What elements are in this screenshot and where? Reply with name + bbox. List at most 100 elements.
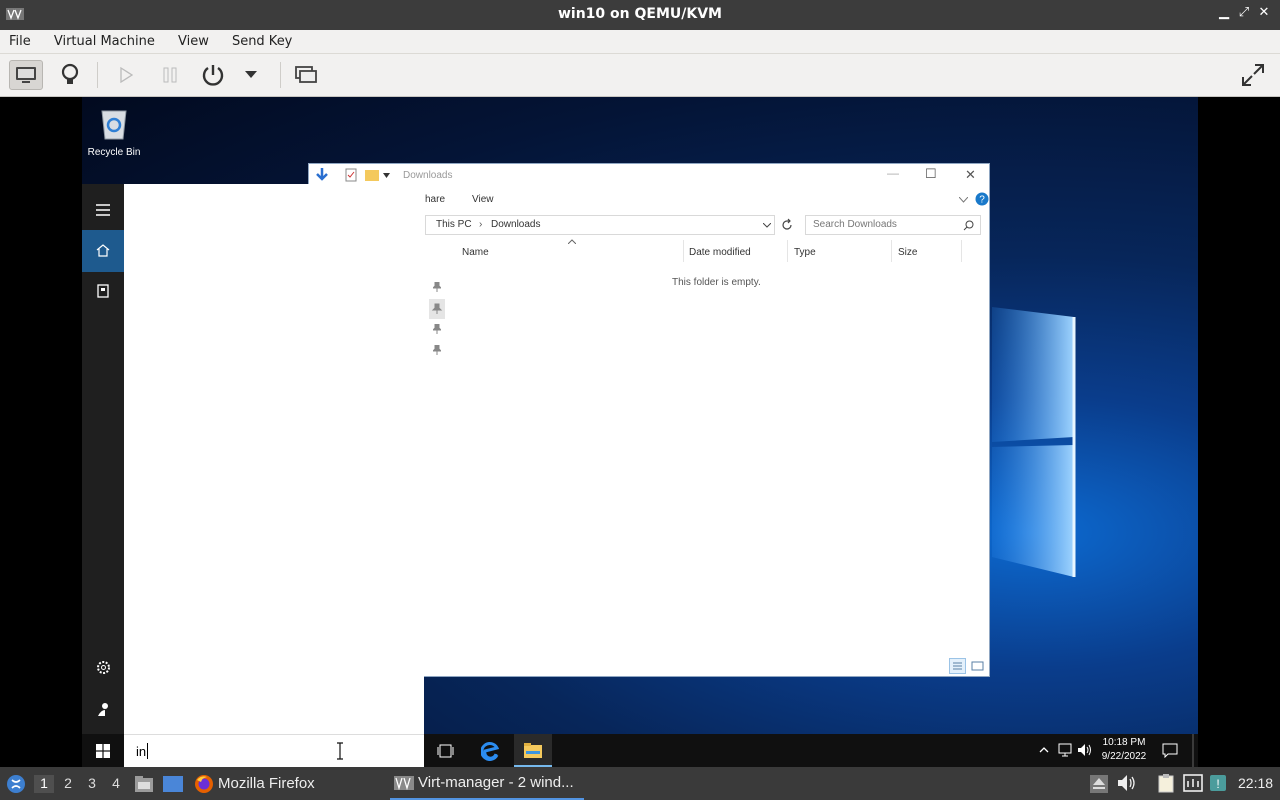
eject-icon[interactable] — [1090, 775, 1108, 793]
explorer-maximize-button[interactable]: ☐ — [925, 166, 937, 182]
windows-logo-wallpaper — [992, 307, 1076, 577]
workspace-1[interactable]: 1 — [34, 775, 54, 793]
virt-manager-icon — [394, 775, 414, 790]
pause-icon — [163, 67, 177, 83]
power-icon — [202, 65, 224, 86]
pin-icon[interactable] — [433, 324, 441, 334]
refresh-icon[interactable] — [780, 218, 794, 232]
breadcrumb-downloads[interactable]: Downloads — [491, 219, 540, 230]
tray-overflow-chevron-icon[interactable] — [1039, 746, 1049, 753]
text-caret — [147, 743, 148, 759]
details-button[interactable] — [53, 60, 87, 90]
empty-folder-message: This folder is empty. — [672, 277, 761, 288]
file-manager-icon[interactable] — [134, 775, 154, 793]
action-center-icon[interactable] — [1162, 743, 1178, 758]
column-name[interactable]: Name — [462, 247, 489, 258]
lightbulb-icon — [61, 63, 79, 84]
workspace-4[interactable]: 4 — [106, 775, 126, 793]
explorer-title: Downloads — [403, 170, 453, 181]
network-manager-icon[interactable] — [1183, 774, 1203, 792]
toolbar — [0, 54, 1280, 97]
snapshots-button[interactable] — [289, 60, 323, 90]
run-button[interactable] — [109, 60, 143, 90]
hamburger-menu-icon[interactable] — [96, 204, 110, 216]
host-taskbar: 1 2 3 4 Mozilla Firefox Virt-manager - 2… — [0, 767, 1280, 800]
start-search-input[interactable]: in — [124, 734, 424, 767]
svg-text:!: ! — [1216, 777, 1219, 791]
ribbon-tab-view[interactable]: View — [472, 194, 494, 205]
breadcrumb-separator: › — [479, 219, 483, 230]
pin-icon[interactable] — [433, 345, 441, 355]
taskbar-file-explorer[interactable] — [514, 734, 552, 767]
ibeam-cursor-icon — [337, 742, 343, 760]
shutdown-button[interactable] — [196, 60, 230, 90]
minimize-button[interactable]: ▁ — [1216, 5, 1232, 23]
volume-tray-icon[interactable] — [1117, 774, 1137, 792]
menu-virtual-machine[interactable]: Virtual Machine — [45, 30, 164, 54]
ribbon-tab-share[interactable]: hare — [425, 194, 445, 205]
power-options-icon[interactable] — [96, 702, 111, 717]
large-icons-view-button[interactable] — [970, 658, 986, 674]
menu-file[interactable]: File — [0, 30, 40, 54]
snapshots-icon — [295, 66, 317, 83]
host-clock[interactable]: 22:18 — [1238, 775, 1273, 791]
file-explorer-icon — [524, 743, 542, 758]
updates-icon[interactable]: ! — [1209, 774, 1227, 792]
column-type[interactable]: Type — [794, 247, 816, 258]
app-menu-icon[interactable] — [6, 774, 26, 794]
close-button[interactable]: ✕ — [1256, 5, 1272, 23]
search-placeholder: Search Downloads — [813, 219, 897, 230]
windows-start-icon[interactable] — [96, 744, 110, 758]
explorer-minimize-button[interactable]: — — [887, 166, 899, 180]
sort-indicator-icon — [568, 239, 576, 244]
window-titlebar[interactable]: win10 on QEMU/KVM ▁ ⤢ ✕ — [0, 0, 1280, 30]
new-folder-icon[interactable] — [365, 168, 379, 181]
breadcrumb-this-pc[interactable]: This PC — [436, 219, 472, 230]
task-view-icon[interactable] — [437, 744, 454, 758]
task-firefox[interactable]: Mozilla Firefox — [194, 767, 315, 800]
address-dropdown-icon[interactable] — [763, 223, 771, 228]
download-arrow-icon — [316, 168, 328, 181]
address-bar[interactable]: This PC › Downloads — [425, 215, 775, 235]
home-icon — [96, 244, 110, 257]
fullscreen-icon — [1242, 64, 1264, 86]
properties-icon[interactable] — [345, 168, 357, 182]
maximize-button[interactable]: ⤢ — [1236, 5, 1252, 23]
monitor-icon — [16, 67, 36, 83]
network-icon[interactable] — [1058, 743, 1074, 757]
workspace-2[interactable]: 2 — [58, 775, 78, 793]
clock[interactable]: 10:18 PM 9/22/2022 — [1094, 736, 1154, 764]
shutdown-menu-button[interactable] — [236, 60, 266, 90]
ribbon-expand-icon[interactable] — [959, 197, 968, 203]
task-virt-manager[interactable]: Virt-manager - 2 wind... — [390, 767, 584, 800]
guest-display[interactable]: Recycle Bin Downloads — ☐ ✕ hare View ? … — [2, 97, 1278, 767]
column-size[interactable]: Size — [898, 247, 917, 258]
search-icon[interactable] — [963, 220, 974, 231]
svg-text:?: ? — [979, 195, 985, 206]
show-desktop-button[interactable] — [1192, 734, 1194, 767]
workspace-3[interactable]: 3 — [82, 775, 102, 793]
show-desktop-icon[interactable] — [162, 775, 184, 793]
pin-icon[interactable] — [433, 282, 441, 292]
pause-button[interactable] — [153, 60, 187, 90]
volume-icon[interactable] — [1077, 743, 1093, 757]
documents-icon[interactable] — [96, 284, 110, 298]
pin-icon[interactable] — [429, 299, 445, 319]
recycle-bin-icon[interactable] — [96, 105, 132, 141]
search-box[interactable]: Search Downloads — [805, 215, 981, 235]
column-date-modified[interactable]: Date modified — [689, 247, 751, 258]
clock-date: 9/22/2022 — [1101, 751, 1147, 762]
menu-send-key[interactable]: Send Key — [223, 30, 301, 54]
settings-gear-icon[interactable] — [96, 660, 111, 675]
explorer-close-button[interactable]: ✕ — [965, 167, 976, 183]
quick-access-dropdown-icon[interactable] — [383, 173, 390, 179]
menu-view[interactable]: View — [169, 30, 218, 54]
explorer-titlebar[interactable]: Downloads — ☐ ✕ — [309, 164, 989, 186]
clipboard-icon[interactable] — [1156, 773, 1176, 793]
console-button[interactable] — [9, 60, 43, 90]
edge-icon[interactable] — [481, 741, 499, 761]
help-icon[interactable]: ? — [975, 192, 989, 206]
fullscreen-button[interactable] — [1236, 60, 1270, 90]
start-home-button[interactable] — [82, 230, 124, 272]
details-view-button[interactable] — [949, 658, 966, 674]
